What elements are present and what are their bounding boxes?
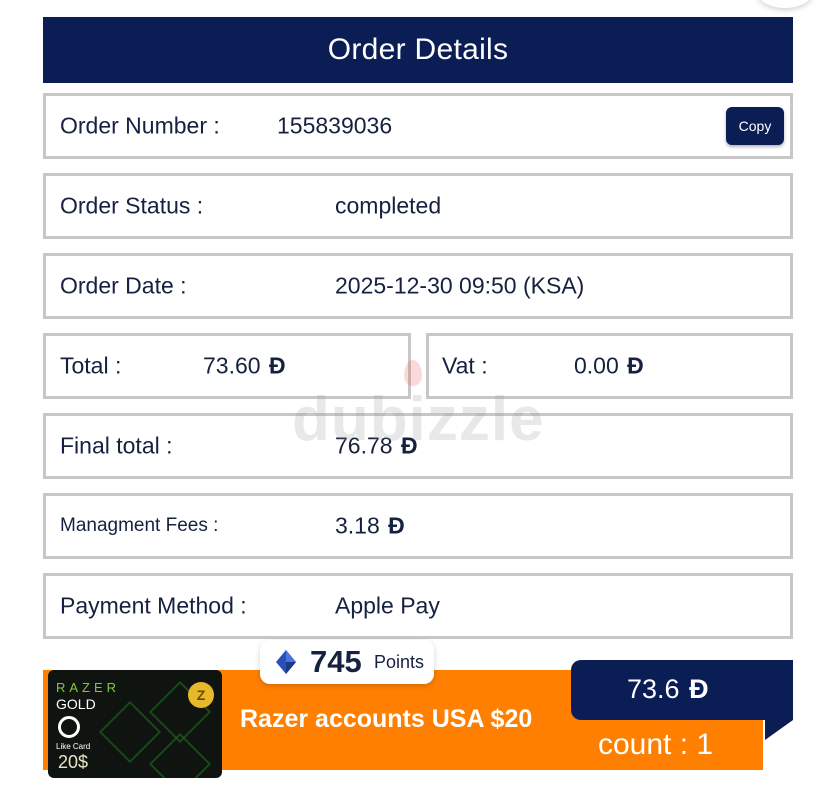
thumb-amount: 20$ bbox=[58, 752, 89, 772]
thumb-brand: RAZER bbox=[56, 680, 121, 695]
final-total-row: Final total : 76.78 Đ bbox=[43, 413, 793, 479]
order-date-label: Order Date : bbox=[60, 272, 187, 299]
currency-icon: Đ bbox=[689, 674, 709, 704]
points-value: 745 bbox=[310, 644, 362, 679]
management-fees-value: 3.18 bbox=[335, 512, 380, 539]
vat-label: Vat : bbox=[442, 352, 488, 379]
payment-method-label: Payment Method : bbox=[60, 592, 247, 619]
order-status-row: Order Status : completed bbox=[43, 173, 793, 239]
order-number-label: Order Number : bbox=[60, 112, 220, 139]
product-count: count : 1 bbox=[598, 728, 714, 761]
hex-pattern-icon bbox=[148, 732, 212, 778]
thumb-vendor: Like Card bbox=[56, 742, 91, 751]
watermark-flame-icon bbox=[404, 360, 422, 386]
price-box-tail bbox=[765, 720, 793, 740]
final-total-amount: 76.78 Đ bbox=[335, 433, 418, 460]
order-date-row: Order Date : 2025-12-30 09:50 (KSA) bbox=[43, 253, 793, 319]
total-label: Total : bbox=[60, 352, 122, 379]
order-number-value[interactable]: 155839036 bbox=[277, 113, 392, 140]
order-status-label: Order Status : bbox=[60, 192, 204, 219]
page-title: Order Details bbox=[43, 17, 793, 83]
total-row: Total : 73.60 Đ bbox=[43, 333, 411, 399]
copy-button-label: Copy bbox=[738, 118, 772, 134]
total-amount: 73.60 Đ bbox=[203, 353, 286, 380]
management-fees-amount: 3.18 Đ bbox=[335, 513, 405, 540]
payment-method-row: Payment Method : Apple Pay bbox=[43, 573, 793, 639]
final-total-value: 76.78 bbox=[335, 432, 393, 459]
product-name: Razer accounts USA $20 bbox=[240, 705, 533, 733]
product-price-box: 73.6 Đ bbox=[571, 660, 793, 720]
final-total-label: Final total : bbox=[60, 432, 173, 459]
currency-icon: Đ bbox=[400, 432, 418, 459]
currency-icon: Đ bbox=[388, 512, 405, 539]
currency-icon: Đ bbox=[627, 352, 644, 379]
management-fees-row: Managment Fees : 3.18 Đ bbox=[43, 493, 793, 559]
vat-value: 0.00 bbox=[574, 352, 619, 379]
coin-icon: Z bbox=[188, 682, 214, 708]
total-value: 73.60 bbox=[203, 352, 261, 379]
page-title-text: Order Details bbox=[327, 33, 509, 66]
product-price: 73.6 Đ bbox=[627, 674, 709, 705]
currency-icon: Đ bbox=[268, 352, 286, 379]
order-number-row: Order Number : 155839036 Copy bbox=[43, 93, 793, 159]
likecard-logo-icon bbox=[58, 716, 80, 738]
payment-method-value: Apple Pay bbox=[335, 592, 440, 619]
diamond-icon bbox=[276, 650, 296, 674]
order-status-value: completed bbox=[335, 192, 442, 219]
vat-amount: 0.00 Đ bbox=[574, 353, 644, 380]
copy-button[interactable]: Copy bbox=[726, 107, 784, 145]
thumb-line: GOLD bbox=[56, 696, 96, 712]
product-image: RAZER GOLD Z Like Card 20$ bbox=[48, 670, 222, 778]
product-price-value: 73.6 bbox=[627, 674, 680, 704]
management-fees-label: Managment Fees : bbox=[60, 515, 219, 536]
points-badge: 745 Points bbox=[260, 640, 434, 684]
order-date-value: 2025-12-30 09:50 (KSA) bbox=[335, 272, 585, 299]
top-strip bbox=[0, 0, 836, 16]
points-label: Points bbox=[374, 652, 425, 672]
vat-row: Vat : 0.00 Đ bbox=[426, 333, 793, 399]
